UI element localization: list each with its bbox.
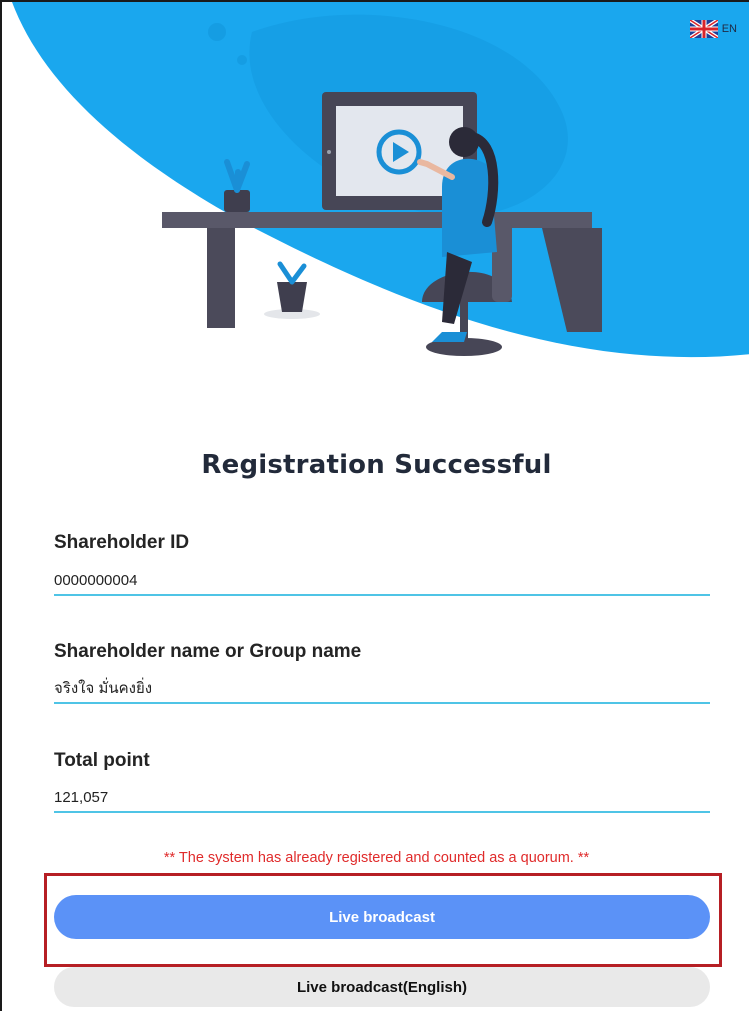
page-title: Registration Successful — [201, 450, 552, 480]
shareholder-name-label: Shareholder name or Group name — [54, 641, 362, 662]
quorum-notice: ** The system has already registered and… — [163, 850, 590, 866]
hero-illustration — [12, 2, 749, 358]
shareholder-id-field: 0000000004 — [54, 570, 710, 596]
live-broadcast-english-button[interactable]: Live broadcast(English) — [54, 967, 710, 1007]
shareholder-name-field: จริงใจ มั่นคงยิ่ง — [54, 678, 710, 704]
live-broadcast-button[interactable]: Live broadcast — [54, 895, 710, 939]
total-point-field: 121,057 — [54, 787, 710, 813]
shareholder-id-label: Shareholder ID — [54, 532, 190, 553]
registration-success-page: EN Registration Successful Shareholder I… — [0, 0, 749, 1011]
language-label: EN — [721, 23, 737, 35]
language-switch[interactable]: EN — [689, 20, 737, 38]
desk-left-leg — [207, 228, 235, 328]
desk-top — [162, 212, 592, 228]
total-point-label: Total point — [54, 750, 150, 771]
uk-flag-icon — [689, 20, 718, 38]
